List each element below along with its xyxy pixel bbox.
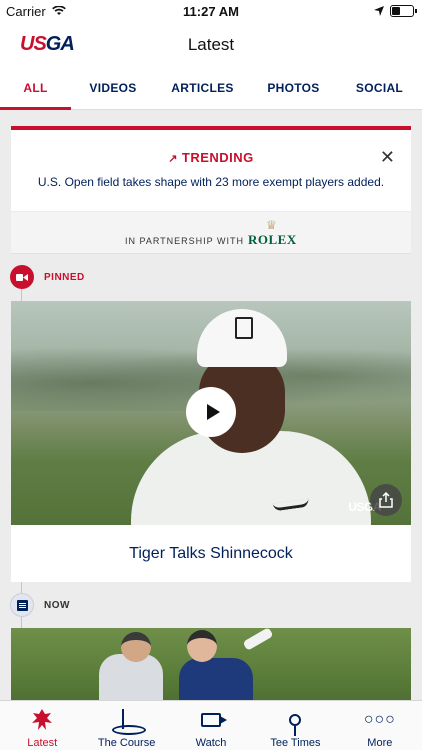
tab-tee-times[interactable]: Tee Times (253, 701, 337, 750)
close-icon[interactable]: ✕ (380, 147, 395, 168)
video-camera-icon (169, 707, 253, 733)
video-camera-icon (10, 265, 34, 289)
thumbnail-person-2 (179, 658, 253, 702)
page-title: Latest (187, 35, 235, 54)
flag-icon-shape (111, 709, 146, 735)
tab-watch-label: Watch (195, 737, 227, 749)
tab-tee-times-label: Tee Times (270, 737, 321, 749)
trending-banner[interactable]: ↗ TRENDING U.S. Open field takes shape wi… (11, 126, 411, 211)
golf-tee-icon (253, 707, 337, 736)
trending-heading-label: TRENDING (181, 150, 254, 165)
tab-watch[interactable]: Watch (169, 701, 253, 750)
camera-shape (201, 713, 228, 727)
trending-heading: ↗ TRENDING (11, 150, 411, 165)
tab-the-course[interactable]: The Course (84, 701, 168, 750)
article-icon (10, 593, 34, 617)
share-icon (379, 492, 393, 508)
thumbnail-person-2-head (187, 630, 217, 662)
thumbnail-person-2-arm (242, 628, 274, 651)
eagle-logo-icon (0, 707, 84, 733)
tab-all[interactable]: ALL (0, 66, 71, 110)
card-title[interactable]: Tiger Talks Shinnecock (11, 545, 411, 563)
tab-social[interactable]: SOCIAL (337, 66, 422, 109)
flag-icon (84, 707, 168, 735)
more-dots-icon: ○○○ (338, 707, 422, 733)
pinned-video-card[interactable]: USGA Tiger Talks Shinnecock (11, 301, 411, 582)
clock: 11:27 AM (183, 4, 239, 19)
trending-headline[interactable]: U.S. Open field takes shape with 23 more… (11, 175, 411, 189)
video-thumbnail[interactable]: USGA (11, 301, 411, 525)
share-button[interactable] (370, 484, 402, 516)
location-arrow-icon (374, 4, 384, 19)
pinned-label: PINNED (44, 272, 85, 283)
tab-videos[interactable]: VIDEOS (71, 66, 155, 109)
document-icon (16, 599, 28, 611)
now-label: NOW (44, 600, 70, 611)
trending-arrow-icon: ↗ (168, 153, 178, 165)
nav-bar: USGA Latest (0, 22, 422, 66)
tab-more-label: More (367, 737, 393, 749)
tab-more[interactable]: ○○○ More (338, 701, 422, 750)
play-button[interactable] (186, 387, 236, 437)
thumbnail-person-1-head (121, 632, 151, 662)
tab-latest-label: Latest (27, 737, 58, 749)
tab-articles[interactable]: ARTICLES (155, 66, 250, 109)
battery-icon (390, 5, 417, 17)
partnership-banner: IN PARTNERSHIP WITH ♕ ROLEX (11, 212, 411, 254)
status-bar: Carrier 11:27 AM (0, 0, 422, 22)
article-card-thumbnail[interactable] (11, 628, 411, 702)
partnership-label: IN PARTNERSHIP WITH (125, 236, 245, 246)
rolex-crown-icon: ♕ (266, 218, 277, 232)
dots-glyph: ○○○ (363, 711, 396, 728)
tab-the-course-label: The Course (97, 737, 156, 749)
tab-photos[interactable]: PHOTOS (250, 66, 337, 109)
rolex-logo: ROLEX (248, 232, 297, 247)
thumbnail-figure-cap (197, 309, 287, 367)
tab-latest[interactable]: Latest (0, 701, 84, 750)
content-tabs: ALL VIDEOS ARTICLES PHOTOS SOCIAL (0, 66, 422, 110)
play-icon (206, 404, 220, 420)
bottom-tab-bar: Latest The Course Watch Tee Times ○○○ Mo… (0, 700, 422, 750)
golf-tee-shape (289, 714, 302, 736)
